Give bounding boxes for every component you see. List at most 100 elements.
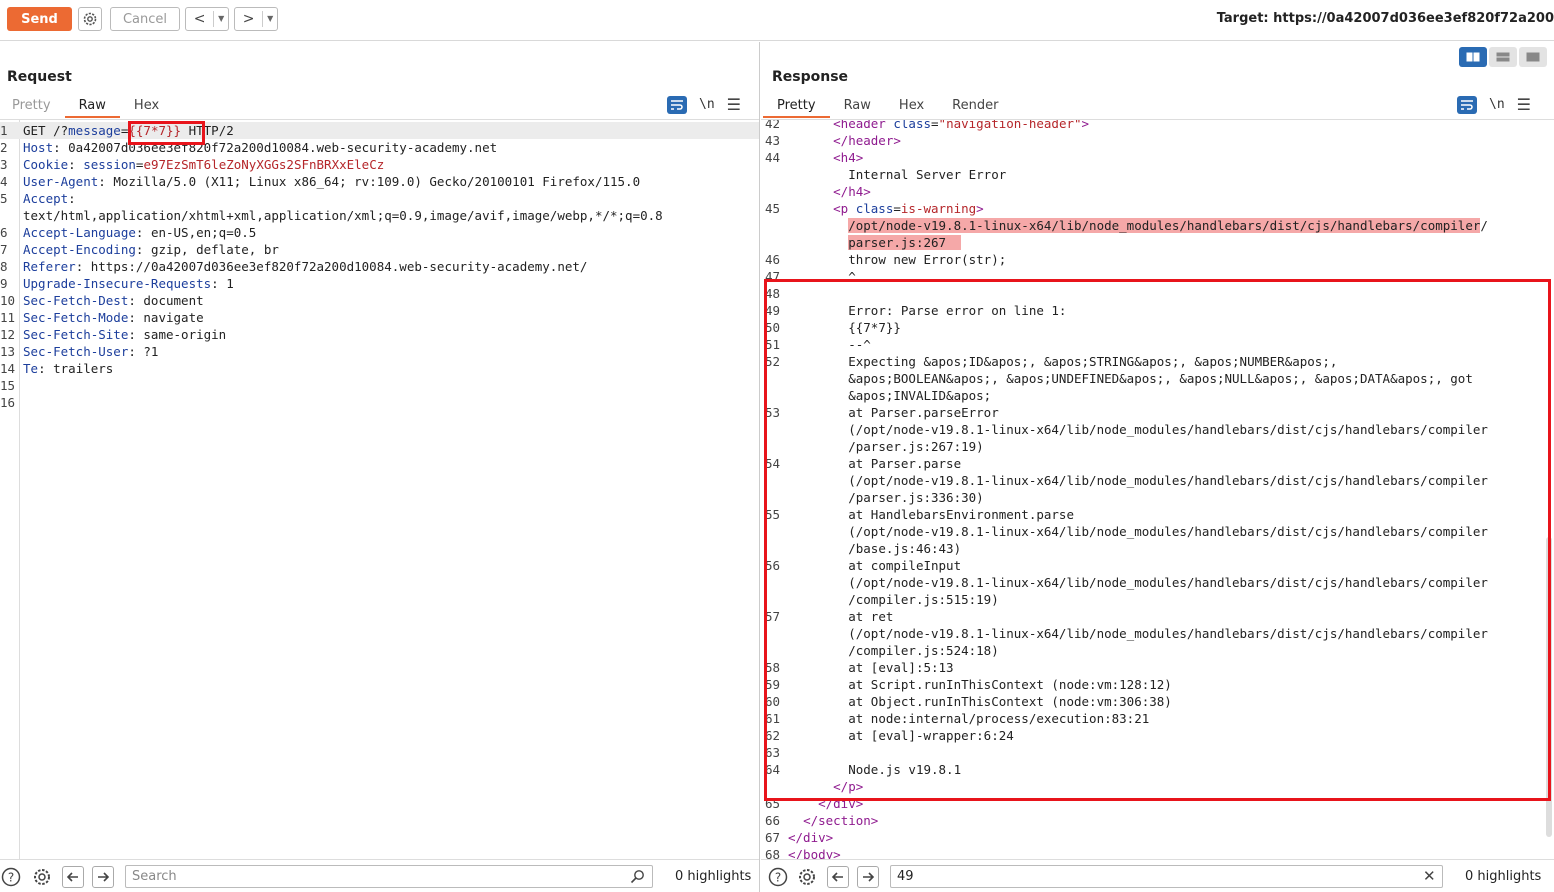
code-token: parser.js:267	[848, 235, 962, 250]
code-token: </section>	[803, 813, 879, 828]
search-settings-gear-icon[interactable]	[796, 866, 818, 888]
line-number: 43	[765, 133, 781, 148]
code-line: 14 Te: trailers	[0, 360, 759, 377]
tab-hex[interactable]: Hex	[134, 95, 159, 118]
arrow-left-icon	[831, 872, 843, 882]
search-settings-gear-icon[interactable]	[31, 866, 53, 888]
help-icon[interactable]: ?	[767, 866, 789, 888]
code-token: /opt/node-v19.8.1-linux-x64/lib/node_mod…	[848, 218, 1481, 233]
code-token: : 0a42007d036ee3ef820f72a200d10084.web-s…	[53, 140, 498, 155]
code-token: : https://0a42007d036ee3ef820f72a200d100…	[75, 259, 588, 274]
single-pane-icon	[1526, 52, 1540, 62]
code-token: </body>	[788, 847, 841, 859]
layout-stacked-button[interactable]	[1489, 47, 1517, 67]
code-token: </h4>	[833, 184, 871, 199]
code-line: 10 Sec-Fetch-Dest: document	[0, 292, 759, 309]
code-token: class	[893, 120, 932, 131]
search-input[interactable]: Search	[125, 865, 653, 888]
code-token: Sec-Fetch-Dest	[23, 293, 129, 308]
response-pane: Response Pretty Raw Hex Render \n ☰ 42 <…	[761, 42, 1554, 892]
code-line: parser.js:267	[761, 234, 1554, 251]
line-number: 4	[0, 174, 8, 189]
line-content: Sec-Fetch-Dest: document	[23, 292, 204, 309]
code-line: 68 </body>	[761, 846, 1554, 859]
code-line: 2 Host: 0a42007d036ee3ef820f72a200d10084.…	[0, 139, 759, 156]
line-content: <h4>	[788, 149, 863, 166]
help-icon[interactable]: ?	[0, 866, 22, 888]
line-content: Internal Server Error	[788, 166, 1006, 183]
code-token: : gzip, deflate, br	[135, 242, 279, 257]
cancel-button[interactable]: Cancel	[110, 7, 180, 31]
previous-match-button[interactable]	[827, 866, 849, 888]
line-content: Sec-Fetch-User: ?1	[23, 343, 158, 360]
code-token: : Mozilla/5.0 (X11; Linux x86_64; rv:109…	[98, 174, 641, 189]
line-content: Accept:	[23, 190, 76, 207]
next-match-button[interactable]	[857, 866, 879, 888]
forward-button[interactable]: > ▼	[234, 7, 278, 31]
layout-tabs-button[interactable]	[1519, 47, 1547, 67]
line-content: parser.js:267	[788, 234, 962, 251]
code-token: :	[68, 191, 76, 206]
next-match-button[interactable]	[92, 866, 114, 888]
layout-side-by-side-button[interactable]	[1459, 47, 1487, 67]
response-editor-actions: \n ☰	[1457, 95, 1531, 114]
line-number: 68	[765, 847, 781, 859]
settings-button[interactable]	[78, 7, 102, 31]
forward-history-dropdown[interactable]: ▼	[262, 11, 277, 27]
previous-match-button[interactable]	[62, 866, 84, 888]
line-number: 3	[0, 157, 8, 172]
search-input[interactable]: 49	[890, 865, 1443, 888]
code-token: : navigate	[128, 310, 204, 325]
tab-pretty[interactable]: Pretty	[12, 95, 51, 118]
line-number: 12	[0, 327, 16, 342]
line-content: </section>	[788, 812, 878, 829]
code-token: /	[1480, 218, 1488, 233]
line-content: /opt/node-v19.8.1-linux-x64/lib/node_mod…	[788, 217, 1488, 234]
code-token: >	[976, 201, 984, 216]
line-content: Sec-Fetch-Site: same-origin	[23, 326, 226, 343]
hamburger-menu-icon[interactable]: ☰	[1517, 95, 1531, 114]
line-number: 45	[765, 201, 781, 216]
tab-pretty[interactable]: Pretty	[763, 95, 830, 118]
line-number: 9	[0, 276, 8, 291]
code-line: 12 Sec-Fetch-Site: same-origin	[0, 326, 759, 343]
word-wrap-button[interactable]	[1457, 95, 1477, 114]
code-token: class	[855, 201, 894, 216]
forward-arrow-icon: >	[242, 11, 255, 27]
line-content: Accept-Encoding: gzip, deflate, br	[23, 241, 279, 258]
request-tabs: Pretty Raw Hex	[12, 95, 187, 118]
back-history-dropdown[interactable]: ▼	[213, 11, 228, 27]
back-button[interactable]: < ▼	[185, 7, 229, 31]
wrap-icon	[1461, 99, 1473, 110]
code-token: : same-origin	[128, 327, 227, 342]
response-tabs: Pretty Raw Hex Render	[763, 95, 1026, 118]
target-url[interactable]: Target: https://0a42007d036ee3ef820f72a2…	[1217, 11, 1554, 26]
code-line: 15	[0, 377, 759, 394]
rows-icon	[1496, 52, 1510, 62]
send-button[interactable]: Send	[7, 7, 72, 31]
request-editor[interactable]: 1 GET /?message={{7*7}} HTTP/2 2 Host: 0a42…	[0, 120, 759, 859]
tab-raw[interactable]: Raw	[64, 95, 120, 118]
code-token: Accept-Language	[23, 225, 136, 240]
hamburger-menu-icon[interactable]: ☰	[727, 95, 741, 114]
code-token: :	[68, 157, 84, 172]
word-wrap-button[interactable]	[667, 95, 687, 114]
tab-render[interactable]: Render	[952, 95, 998, 118]
show-newlines-button[interactable]: \n	[1489, 97, 1505, 112]
line-content: text/html,application/xhtml+xml,applicat…	[23, 207, 663, 224]
code-line: 9 Upgrade-Insecure-Requests: 1	[0, 275, 759, 292]
tab-raw[interactable]: Raw	[844, 95, 871, 118]
line-content: </h4>	[788, 183, 871, 200]
tab-hex[interactable]: Hex	[899, 95, 924, 118]
line-number: 10	[0, 293, 16, 308]
clear-search-icon[interactable]: ✕	[1423, 867, 1436, 885]
svg-text:?: ?	[8, 871, 14, 885]
code-token: <h4>	[833, 150, 864, 165]
highlight-count: 0 highlights	[675, 869, 752, 884]
show-newlines-button[interactable]: \n	[699, 97, 715, 112]
